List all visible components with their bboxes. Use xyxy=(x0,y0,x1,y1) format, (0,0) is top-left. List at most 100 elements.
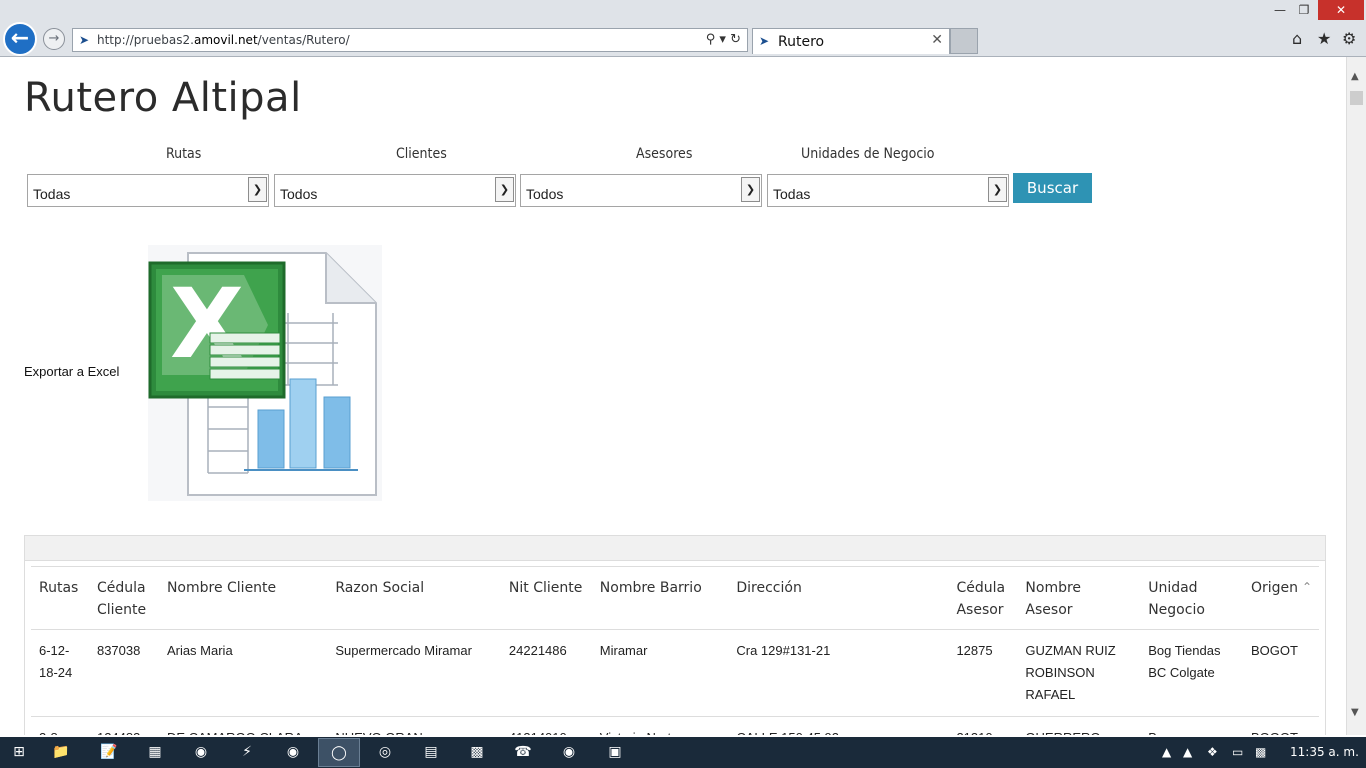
internet-explorer-icon[interactable]: ◯ xyxy=(318,738,360,767)
cell-cedula-cliente: 837038 xyxy=(88,629,159,717)
page-scrollbar[interactable]: ▲ ▼ xyxy=(1346,57,1366,735)
dropdown-arrow-icon[interactable]: ▾ xyxy=(719,32,726,47)
arrow-right-icon: → xyxy=(48,31,60,46)
cell-nit-cliente: 24221486 xyxy=(500,629,592,717)
chevron-down-icon[interactable]: ❯ xyxy=(248,177,267,202)
cell-unidad-negocio: Bog xyxy=(1140,716,1243,735)
cell-direccion: Cra 129#131-21 xyxy=(728,629,949,717)
minimize-icon[interactable]: — xyxy=(1268,0,1292,20)
rutero-table-panel: Rutas Cédula Cliente Nombre Cliente Razo… xyxy=(24,535,1326,735)
cell-nombre-cliente: Arias Maria xyxy=(158,629,328,717)
col-header-cedula-asesor[interactable]: Cédula Asesor xyxy=(948,567,1018,630)
url-path: /ventas/Rutero/ xyxy=(257,33,350,47)
col-header-rutas[interactable]: Rutas xyxy=(31,567,89,630)
filter-label-clientes: Clientes xyxy=(396,146,447,162)
filter-label-asesores: Asesores xyxy=(636,146,693,162)
scrollbar-thumb[interactable] xyxy=(1350,91,1363,105)
page-title: Rutero Altipal xyxy=(24,75,302,121)
tab-favicon-icon: ➤ xyxy=(759,34,770,48)
browser-chrome: — ❐ ✕ ← → ➤ http://pruebas2.amovil.net/v… xyxy=(0,0,1366,57)
cell-origen: BOGOT xyxy=(1243,629,1319,717)
cell-rutas: 2-8- xyxy=(31,716,89,735)
cell-nombre-barrio: Miramar xyxy=(591,629,729,717)
new-tab-button[interactable] xyxy=(950,28,978,54)
table-scroll-area[interactable]: Rutas Cédula Cliente Nombre Cliente Razo… xyxy=(31,566,1319,735)
app-green-icon[interactable]: ◉ xyxy=(548,738,590,767)
cell-nombre-asesor: GUERRERO xyxy=(1017,716,1141,735)
word-icon[interactable]: ▤ xyxy=(410,738,452,767)
address-tools: ⚲ ▾ ↻ xyxy=(706,32,741,47)
scroll-down-icon[interactable]: ▼ xyxy=(1351,707,1359,718)
start-windows-icon[interactable]: ⊞ xyxy=(0,738,38,767)
col-header-direccion[interactable]: Dirección xyxy=(728,567,949,630)
clock-time[interactable]: 11:35 a. m. xyxy=(1290,737,1359,768)
clientes-select[interactable]: Todos ❯ xyxy=(274,174,516,207)
unidades-select[interactable]: Todas ❯ xyxy=(767,174,1009,207)
cell-origen: BOGOT xyxy=(1243,716,1319,735)
cell-cedula-cliente: 124483 xyxy=(88,716,159,735)
cell-nit-cliente: 41314010 xyxy=(500,716,592,735)
close-window-icon[interactable]: ✕ xyxy=(1318,0,1364,20)
tray-expand-icon[interactable]: ▲ xyxy=(1162,737,1171,768)
rutero-table: Rutas Cédula Cliente Nombre Cliente Razo… xyxy=(31,567,1319,735)
asesores-select-value: Todos xyxy=(526,186,564,202)
search-icon[interactable]: ⚲ xyxy=(706,32,716,47)
windows-taskbar: ⊞ 📁 📝 ▦ ◉ ⚡ ◉ ◯ ◎ ▤ ▩ ☎ ◉ ▣ ▲ ▲ ❖ ▭ ▩ 11… xyxy=(0,737,1366,768)
col-header-cedula-cliente[interactable]: Cédula Cliente xyxy=(88,567,159,630)
export-excel-label: Exportar a Excel xyxy=(24,364,120,379)
scroll-up-icon[interactable]: ▲ xyxy=(1351,71,1359,82)
col-header-nit-cliente[interactable]: Nit Cliente xyxy=(500,567,592,630)
table-panel-header xyxy=(25,536,1325,561)
back-button[interactable]: ← xyxy=(3,22,37,56)
cell-nombre-asesor: GUZMAN RUIZ ROBINSON RAFAEL xyxy=(1017,629,1141,717)
restore-icon[interactable]: ❐ xyxy=(1292,0,1316,20)
photoshop-icon[interactable]: ▩ xyxy=(456,738,498,767)
browser-tab[interactable]: ➤ Rutero ✕ xyxy=(752,28,950,54)
firefox-icon[interactable]: ◉ xyxy=(272,738,314,767)
cell-cedula-asesor: 12875 xyxy=(948,629,1018,717)
filezilla-icon[interactable]: ⚡ xyxy=(226,738,268,767)
excel-export-icon[interactable]: X xyxy=(148,245,382,501)
url-prefix: http://pruebas2. xyxy=(97,33,194,47)
file-explorer-icon[interactable]: 📁 xyxy=(40,738,82,767)
dropbox-icon[interactable]: ❖ xyxy=(1207,737,1218,768)
tab-close-icon[interactable]: ✕ xyxy=(931,32,943,48)
unidades-select-value: Todas xyxy=(773,186,811,202)
table-row[interactable]: 6-12-18-24 837038 Arias Maria Supermerca… xyxy=(31,629,1319,717)
chevron-down-icon[interactable]: ❯ xyxy=(741,177,760,202)
cell-razon-social: Supermercado Miramar xyxy=(327,629,501,717)
app-icon[interactable]: ◉ xyxy=(180,738,222,767)
virtualbox-icon[interactable]: ▣ xyxy=(594,738,636,767)
forward-button[interactable]: → xyxy=(43,28,65,50)
col-header-origen[interactable]: Origen xyxy=(1243,567,1319,630)
table-scroll-up-icon[interactable]: ⌃ xyxy=(1302,580,1312,594)
home-icon[interactable]: ⌂ xyxy=(1292,29,1302,48)
skype-icon[interactable]: ☎ xyxy=(502,738,544,767)
notepad-icon[interactable]: 📝 xyxy=(88,738,130,767)
refresh-icon[interactable]: ↻ xyxy=(730,32,741,47)
battery-icon[interactable]: ▭ xyxy=(1232,737,1243,768)
chrome-icon[interactable]: ◎ xyxy=(364,738,406,767)
signal-icon[interactable]: ▩ xyxy=(1255,737,1266,768)
clientes-select-value: Todos xyxy=(280,186,318,202)
cell-unidad-negocio: Bog Tiendas BC Colgate xyxy=(1140,629,1243,717)
col-header-nombre-cliente[interactable]: Nombre Cliente xyxy=(158,567,328,630)
address-url[interactable]: http://pruebas2.amovil.net/ventas/Rutero… xyxy=(97,33,350,47)
address-bar[interactable]: ➤ http://pruebas2.amovil.net/ventas/Rute… xyxy=(72,28,748,52)
asesores-select[interactable]: Todos ❯ xyxy=(520,174,762,207)
col-header-nombre-barrio[interactable]: Nombre Barrio xyxy=(591,567,729,630)
table-row[interactable]: 2-8- 124483 DE CAMARGO CLARA NUEVO GRAN … xyxy=(31,716,1319,735)
cell-direccion: CALLE 150 45 92 xyxy=(728,716,949,735)
buscar-button[interactable]: Buscar xyxy=(1013,173,1092,203)
col-header-razon-social[interactable]: Razon Social xyxy=(327,567,501,630)
rutas-select[interactable]: Todas ❯ xyxy=(27,174,269,207)
settings-gear-icon[interactable]: ⚙ xyxy=(1342,29,1356,48)
chevron-down-icon[interactable]: ❯ xyxy=(988,177,1007,202)
col-header-unidad-negocio[interactable]: Unidad Negocio xyxy=(1140,567,1243,630)
chevron-down-icon[interactable]: ❯ xyxy=(495,177,514,202)
site-favicon-icon: ➤ xyxy=(79,33,90,47)
google-drive-icon[interactable]: ▲ xyxy=(1183,737,1192,768)
favorites-star-icon[interactable]: ★ xyxy=(1317,29,1331,48)
excel-app-icon[interactable]: ▦ xyxy=(134,738,176,767)
col-header-nombre-asesor[interactable]: Nombre Asesor xyxy=(1017,567,1141,630)
